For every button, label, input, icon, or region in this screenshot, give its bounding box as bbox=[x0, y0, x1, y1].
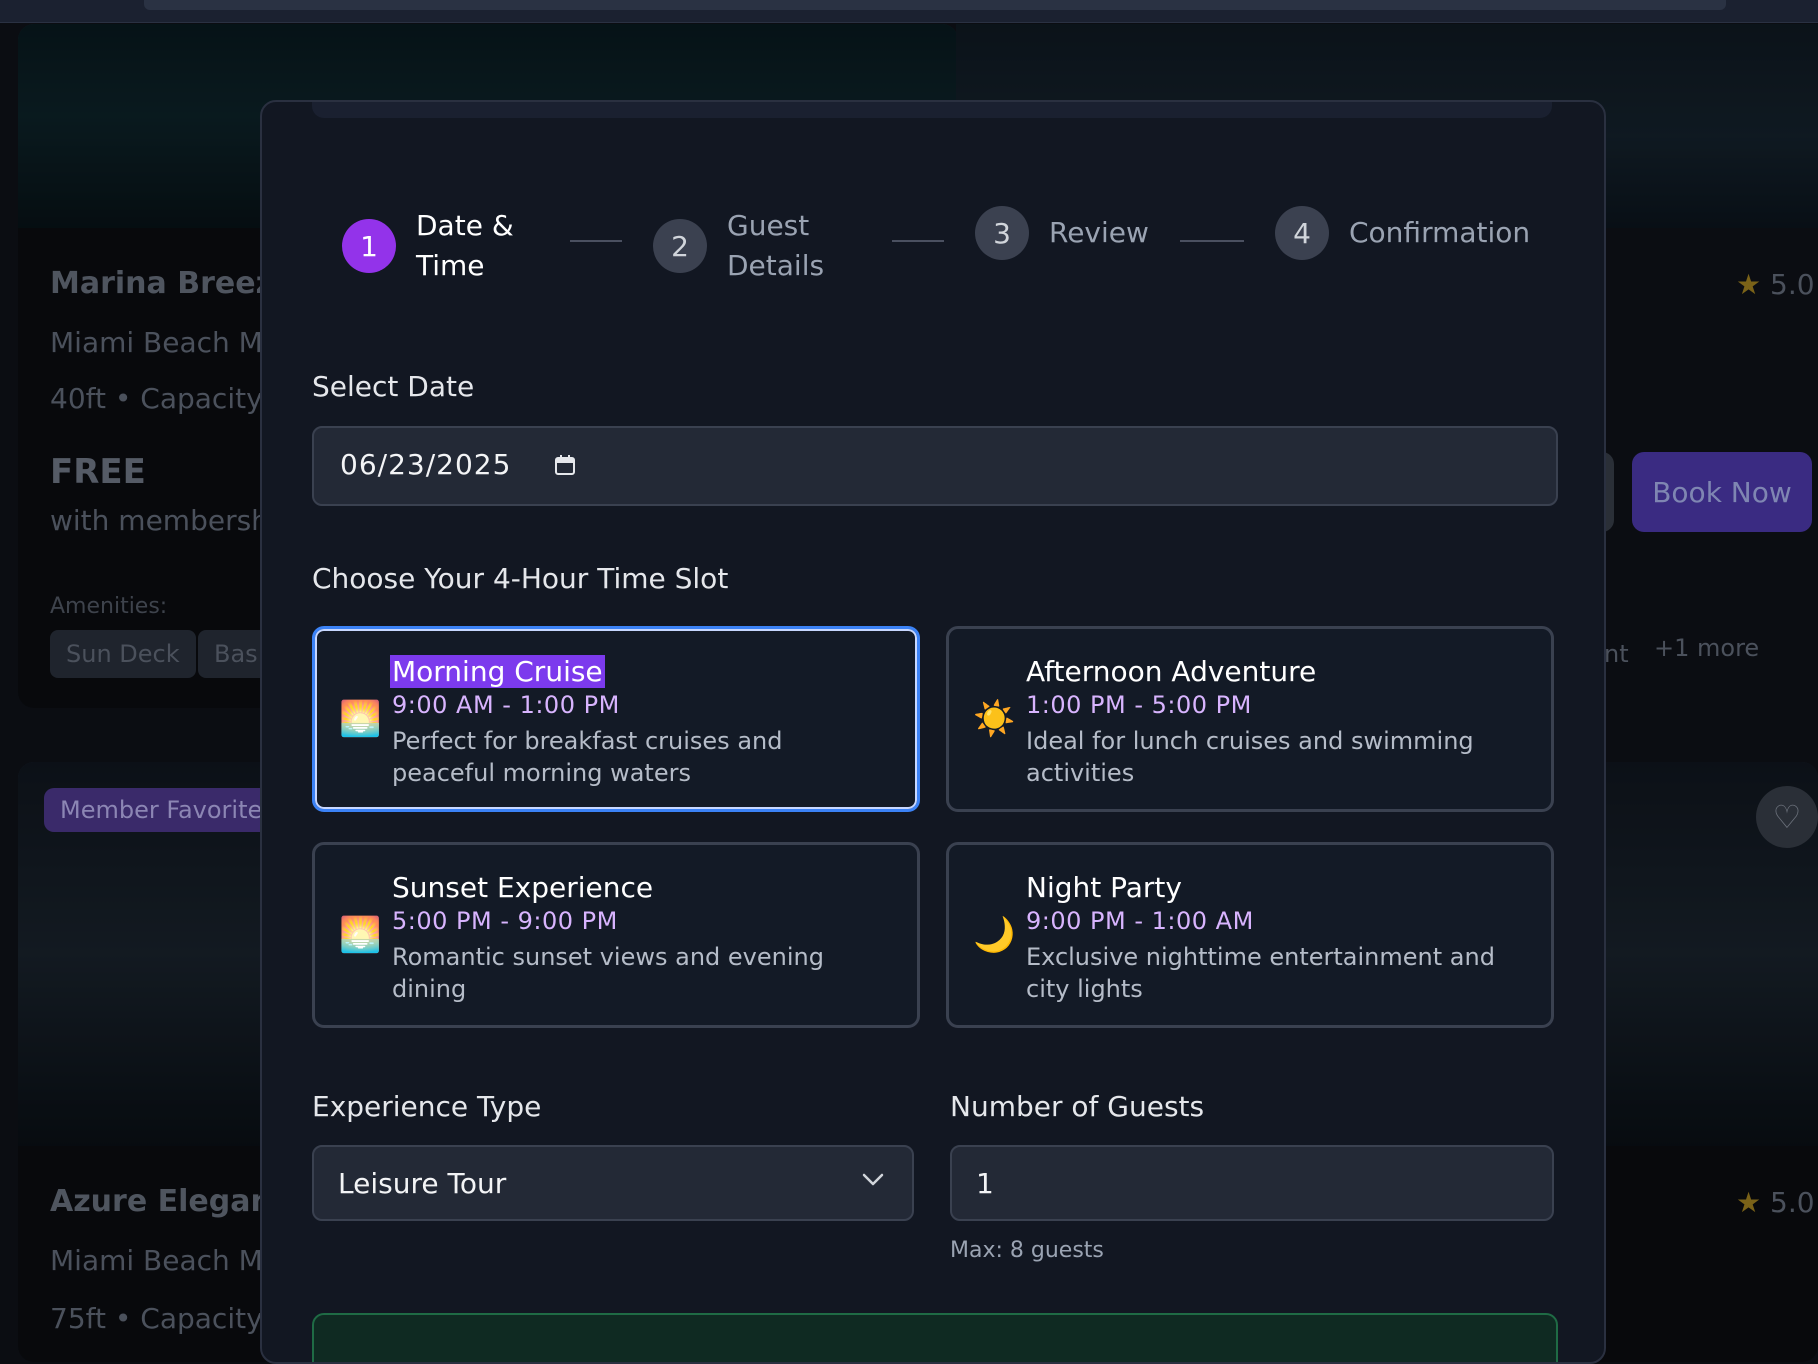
member-favorite-badge: Member Favorite bbox=[44, 788, 279, 832]
step-4-circle: 4 bbox=[1275, 206, 1329, 260]
number-of-guests-label: Number of Guests bbox=[950, 1090, 1205, 1123]
slot-description: Ideal for lunch cruises and swimming act… bbox=[1026, 727, 1474, 787]
favorite-heart-icon[interactable]: ♡ bbox=[1756, 786, 1818, 848]
time-slot-afternoon-adventure[interactable]: ☀️ Afternoon Adventure 1:00 PM - 5:00 PM… bbox=[946, 626, 1554, 812]
moon-icon: 🌙 bbox=[973, 915, 1016, 955]
step-guest-details: 2 Guest Details bbox=[653, 206, 824, 286]
slot-title: Sunset Experience bbox=[392, 871, 654, 904]
book-now-button[interactable]: Book Now bbox=[1632, 452, 1812, 532]
step-2-circle: 2 bbox=[653, 219, 707, 273]
experience-type-label: Experience Type bbox=[312, 1090, 542, 1123]
step-3-circle: 3 bbox=[975, 206, 1029, 260]
guests-value: 1 bbox=[976, 1167, 994, 1200]
time-slot-morning-cruise[interactable]: 🌅 Morning Cruise 9:00 AM - 1:00 PM Perfe… bbox=[312, 626, 920, 812]
slot-title: Morning Cruise bbox=[390, 655, 605, 688]
guests-input[interactable]: 1 bbox=[950, 1145, 1554, 1221]
card1-price: FREE bbox=[50, 452, 146, 492]
step-connector bbox=[1180, 240, 1244, 242]
time-slot-sunset-experience[interactable]: 🌅 Sunset Experience 5:00 PM - 9:00 PM Ro… bbox=[312, 842, 920, 1028]
experience-type-select[interactable]: Leisure Tour bbox=[312, 1145, 914, 1221]
step-1-label: Date & Time bbox=[416, 206, 514, 286]
card2-rating: 5.0 bbox=[1770, 1186, 1815, 1219]
step-1-circle: 1 bbox=[342, 219, 396, 273]
time-slot-night-party[interactable]: 🌙 Night Party 9:00 PM - 1:00 AM Exclusiv… bbox=[946, 842, 1554, 1028]
amenity-partial: nt bbox=[1604, 640, 1629, 668]
slot-time: 1:00 PM - 5:00 PM bbox=[1026, 691, 1252, 719]
slot-time: 9:00 PM - 1:00 AM bbox=[1026, 907, 1254, 935]
step-review: 3 Review bbox=[975, 206, 1149, 260]
step-confirmation: 4 Confirmation bbox=[1275, 206, 1530, 260]
card1-amenities-label: Amenities: bbox=[50, 594, 168, 619]
amenity-chip: Sun Deck bbox=[50, 630, 196, 678]
step-2-label-line2: Details bbox=[727, 249, 825, 282]
guests-max-hint: Max: 8 guests bbox=[950, 1238, 1104, 1263]
chevron-down-icon bbox=[862, 1173, 884, 1186]
step-connector bbox=[570, 240, 622, 242]
step-4-label: Confirmation bbox=[1349, 216, 1531, 249]
slot-description: Perfect for breakfast cruises and peacef… bbox=[392, 727, 783, 787]
step-1-label-line2: Time bbox=[416, 249, 485, 282]
amenities-more: +1 more bbox=[1654, 634, 1760, 662]
card1-location: Miami Beach Ma bbox=[50, 326, 281, 359]
slot-description: Romantic sunset views and evening dining bbox=[392, 943, 824, 1003]
browser-top-bar bbox=[0, 0, 1818, 23]
step-connector bbox=[892, 240, 944, 242]
step-3-label: Review bbox=[1049, 216, 1149, 249]
booking-modal: 1 Date & Time 2 Guest Details 3 Review 4… bbox=[260, 100, 1606, 1364]
slot-time: 9:00 AM - 1:00 PM bbox=[392, 691, 620, 719]
date-value: 06/23/2025 bbox=[340, 448, 512, 481]
card1-rating: 5.0 bbox=[1770, 268, 1815, 301]
sunrise-icon: 🌅 bbox=[339, 699, 382, 739]
slot-time: 5:00 PM - 9:00 PM bbox=[392, 907, 618, 935]
step-date-time: 1 Date & Time bbox=[342, 206, 514, 286]
experience-type-value: Leisure Tour bbox=[338, 1167, 507, 1200]
slot-description: Exclusive nighttime entertainment and ci… bbox=[1026, 943, 1495, 1003]
card1-title: Marina Breeze bbox=[50, 266, 294, 301]
modal-header-strip bbox=[312, 102, 1552, 118]
sun-icon: ☀️ bbox=[973, 699, 1016, 739]
rating-star-icon: ★ 5.0 bbox=[1736, 268, 1815, 301]
card1-specs: 40ft • Capacity: bbox=[50, 382, 271, 415]
time-slot-label: Choose Your 4-Hour Time Slot bbox=[312, 562, 729, 595]
date-input[interactable]: 06/23/2025 bbox=[312, 426, 1558, 506]
slot-title: Afternoon Adventure bbox=[1026, 655, 1317, 688]
rating-star-icon: ★ 5.0 bbox=[1736, 1186, 1815, 1219]
info-panel bbox=[312, 1313, 1558, 1362]
card2-specs: 75ft • Capacity: bbox=[50, 1302, 271, 1335]
step-2-label: Guest Details bbox=[727, 206, 824, 286]
card1-price-note: with membershi bbox=[50, 504, 277, 537]
step-2-label-line1: Guest bbox=[727, 209, 810, 242]
sunset-icon: 🌅 bbox=[339, 915, 382, 955]
card2-title: Azure Eleganc bbox=[50, 1184, 290, 1219]
card2-location: Miami Beach Ma bbox=[50, 1244, 281, 1277]
top-bar-inner bbox=[144, 0, 1726, 10]
calendar-icon[interactable] bbox=[554, 454, 576, 476]
slot-title: Night Party bbox=[1026, 871, 1182, 904]
select-date-label: Select Date bbox=[312, 370, 475, 403]
step-1-label-line1: Date & bbox=[416, 209, 514, 242]
